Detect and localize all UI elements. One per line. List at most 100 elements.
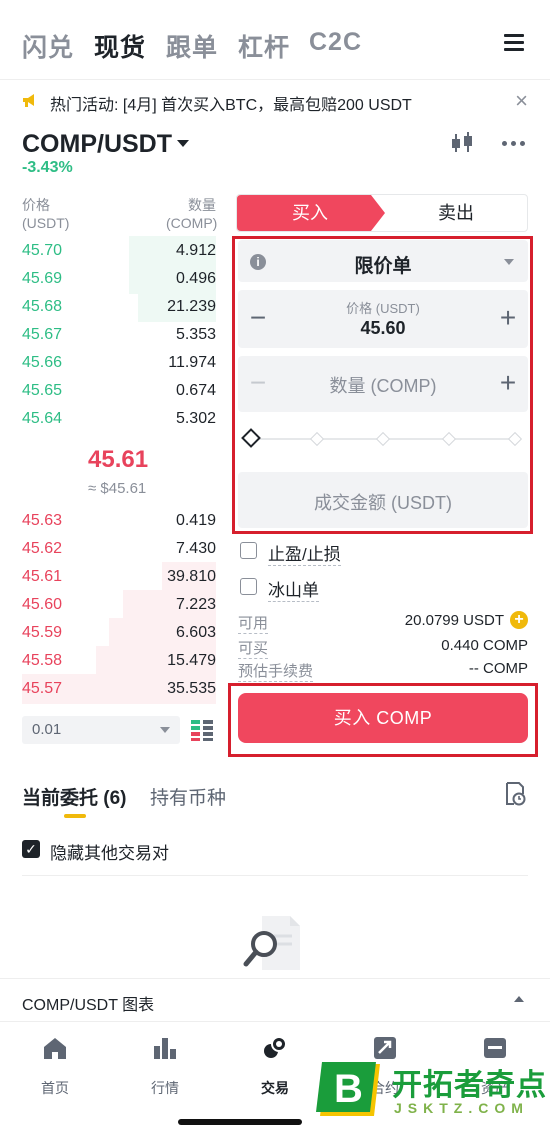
caret-up-icon xyxy=(514,996,524,1002)
buy-submit-button[interactable]: 买入 COMP xyxy=(238,693,528,743)
candlestick-chart-icon[interactable] xyxy=(450,132,476,154)
orderbook-row[interactable]: 45.70 4.912 xyxy=(22,236,216,266)
nav-trade-label: 交易 xyxy=(261,1080,289,1096)
caret-down-icon xyxy=(160,727,170,733)
tab-copy-trading[interactable]: 跟单 xyxy=(166,28,218,64)
orderbook-row[interactable]: 45.58 15.479 xyxy=(22,646,216,676)
ob-price: 45.61 xyxy=(22,568,63,585)
tab-flash-swap[interactable]: 闪兑 xyxy=(22,28,74,64)
megaphone-icon xyxy=(23,94,34,107)
ob-price: 45.70 xyxy=(22,242,63,259)
quantity-placeholder: 数量 (COMP) xyxy=(329,376,437,396)
promo-banner[interactable]: 热门活动: [4月] 首次买入BTC，最高包赔200 USDT × xyxy=(0,82,550,122)
fee-label: 预估手续费 xyxy=(238,660,314,682)
ob-price: 45.63 xyxy=(22,512,63,529)
trade-icon xyxy=(264,1036,287,1058)
can-buy-label: 可买 xyxy=(238,637,269,659)
ob-price: 45.69 xyxy=(22,270,63,287)
total-placeholder: 成交金额 (USDT) xyxy=(314,493,452,513)
more-icon[interactable] xyxy=(502,141,526,147)
home-indicator xyxy=(178,1119,302,1125)
orderbook-row[interactable]: 45.65 0.674 xyxy=(22,376,216,406)
chart-toggle-bar[interactable]: COMP/USDT 图表 xyxy=(0,978,550,1022)
deposit-plus-icon[interactable]: + xyxy=(510,611,528,629)
available-label: 可用 xyxy=(238,612,269,634)
orderbook-row[interactable]: 45.62 7.430 xyxy=(22,534,216,564)
tab-buy[interactable]: 买入 xyxy=(237,195,383,231)
watermark-domain: JSKTZ.COM xyxy=(394,1100,529,1116)
nav-markets[interactable]: 行情 xyxy=(130,1032,200,1096)
ob-qty: 39.810 xyxy=(167,568,216,585)
nav-markets-label: 行情 xyxy=(151,1080,179,1096)
order-history-icon[interactable] xyxy=(504,782,526,806)
ob-qty: 7.223 xyxy=(175,596,216,613)
plus-icon[interactable]: + xyxy=(496,369,520,397)
precision-value: 0.01 xyxy=(32,721,62,738)
check-icon[interactable]: ✓ xyxy=(22,840,40,858)
orderbook-row[interactable]: 45.67 5.353 xyxy=(22,320,216,350)
banner-text: 热门活动: [4月] 首次买入BTC，最高包赔200 USDT xyxy=(50,97,412,114)
ob-qty: 4.912 xyxy=(175,242,216,259)
orderbook-row[interactable]: 45.66 11.974 xyxy=(22,348,216,378)
orderbook-row[interactable]: 45.60 7.223 xyxy=(22,590,216,620)
ob-qty: 5.353 xyxy=(175,326,216,343)
quantity-input[interactable]: − 数量 (COMP) + xyxy=(238,356,528,412)
orderbook-layout-icon[interactable] xyxy=(190,718,214,742)
orderbook-row[interactable]: 45.68 21.239 xyxy=(22,292,216,322)
plus-icon[interactable]: + xyxy=(496,304,520,332)
watermark: B 开拓者奇点 JSKTZ.COM xyxy=(310,1052,550,1137)
ob-qty: 15.479 xyxy=(167,652,216,669)
close-icon[interactable]: × xyxy=(515,88,528,114)
ob-qty-header: 数量 (COMP) xyxy=(166,197,218,231)
orderbook-row[interactable]: 45.59 6.603 xyxy=(22,618,216,648)
tab-margin[interactable]: 杠杆 xyxy=(238,28,290,64)
caret-down-icon[interactable] xyxy=(177,140,189,147)
ob-qty: 35.535 xyxy=(167,680,216,697)
menu-icon[interactable] xyxy=(504,34,524,52)
last-price[interactable]: 45.61 xyxy=(88,446,148,474)
ob-price: 45.68 xyxy=(22,298,63,315)
iceberg-checkbox[interactable] xyxy=(240,578,257,595)
amount-slider[interactable] xyxy=(241,428,523,450)
tab-sell[interactable]: 卖出 xyxy=(385,195,527,231)
ob-price: 45.67 xyxy=(22,326,63,343)
ob-price: 45.57 xyxy=(22,680,63,697)
ob-qty: 7.430 xyxy=(175,540,216,557)
total-input[interactable]: 成交金额 (USDT) xyxy=(238,472,528,528)
ob-price: 45.62 xyxy=(22,540,63,557)
svg-text:B: B xyxy=(334,1067,363,1111)
pair-selector[interactable]: COMP/USDT xyxy=(22,130,172,159)
orderbook-row[interactable]: 45.64 5.302 xyxy=(22,404,216,434)
orderbook-row[interactable]: 45.69 0.496 xyxy=(22,264,216,294)
ob-qty: 21.239 xyxy=(167,298,216,315)
iceberg-label: 冰山单 xyxy=(268,576,319,602)
ob-price: 45.64 xyxy=(22,410,63,427)
nav-home-label: 首页 xyxy=(41,1080,69,1096)
tab-c2c[interactable]: C2C xyxy=(309,28,362,57)
ob-price: 45.59 xyxy=(22,624,63,641)
nav-trade[interactable]: 交易 xyxy=(240,1032,310,1096)
tab-open-orders[interactable]: 当前委托 (6) xyxy=(22,783,127,810)
precision-select[interactable]: 0.01 xyxy=(22,716,180,744)
orderbook-row[interactable]: 45.61 39.810 xyxy=(22,562,216,592)
price-input[interactable]: − 价格 (USDT) 45.60 + xyxy=(238,290,528,348)
order-type-select[interactable]: i 限价单 xyxy=(238,240,528,282)
tab-spot[interactable]: 现货 xyxy=(94,28,146,64)
available-value: 20.0799 USDT xyxy=(404,612,504,629)
ob-qty: 6.603 xyxy=(175,624,216,641)
nav-home[interactable]: 首页 xyxy=(20,1032,90,1096)
ob-qty: 0.674 xyxy=(175,382,216,399)
can-buy-value: 0.440 COMP xyxy=(441,637,528,654)
chart-toggle-label: COMP/USDT 图表 xyxy=(22,997,155,1014)
watermark-logo: B xyxy=(316,1062,380,1116)
orderbook-row[interactable]: 45.63 0.419 xyxy=(22,506,216,536)
tp-sl-checkbox[interactable] xyxy=(240,542,257,559)
ob-price-header: 价格 (USDT) xyxy=(22,197,70,231)
empty-search-icon xyxy=(243,916,300,970)
price-change: -3.43% xyxy=(22,159,73,176)
ob-qty: 5.302 xyxy=(175,410,216,427)
orderbook-row[interactable]: 45.57 35.535 xyxy=(22,674,216,704)
top-nav: 闪兑 现货 跟单 杠杆 C2C xyxy=(0,0,550,80)
slider-handle[interactable] xyxy=(241,428,261,448)
tab-holdings[interactable]: 持有币种 xyxy=(150,783,226,810)
